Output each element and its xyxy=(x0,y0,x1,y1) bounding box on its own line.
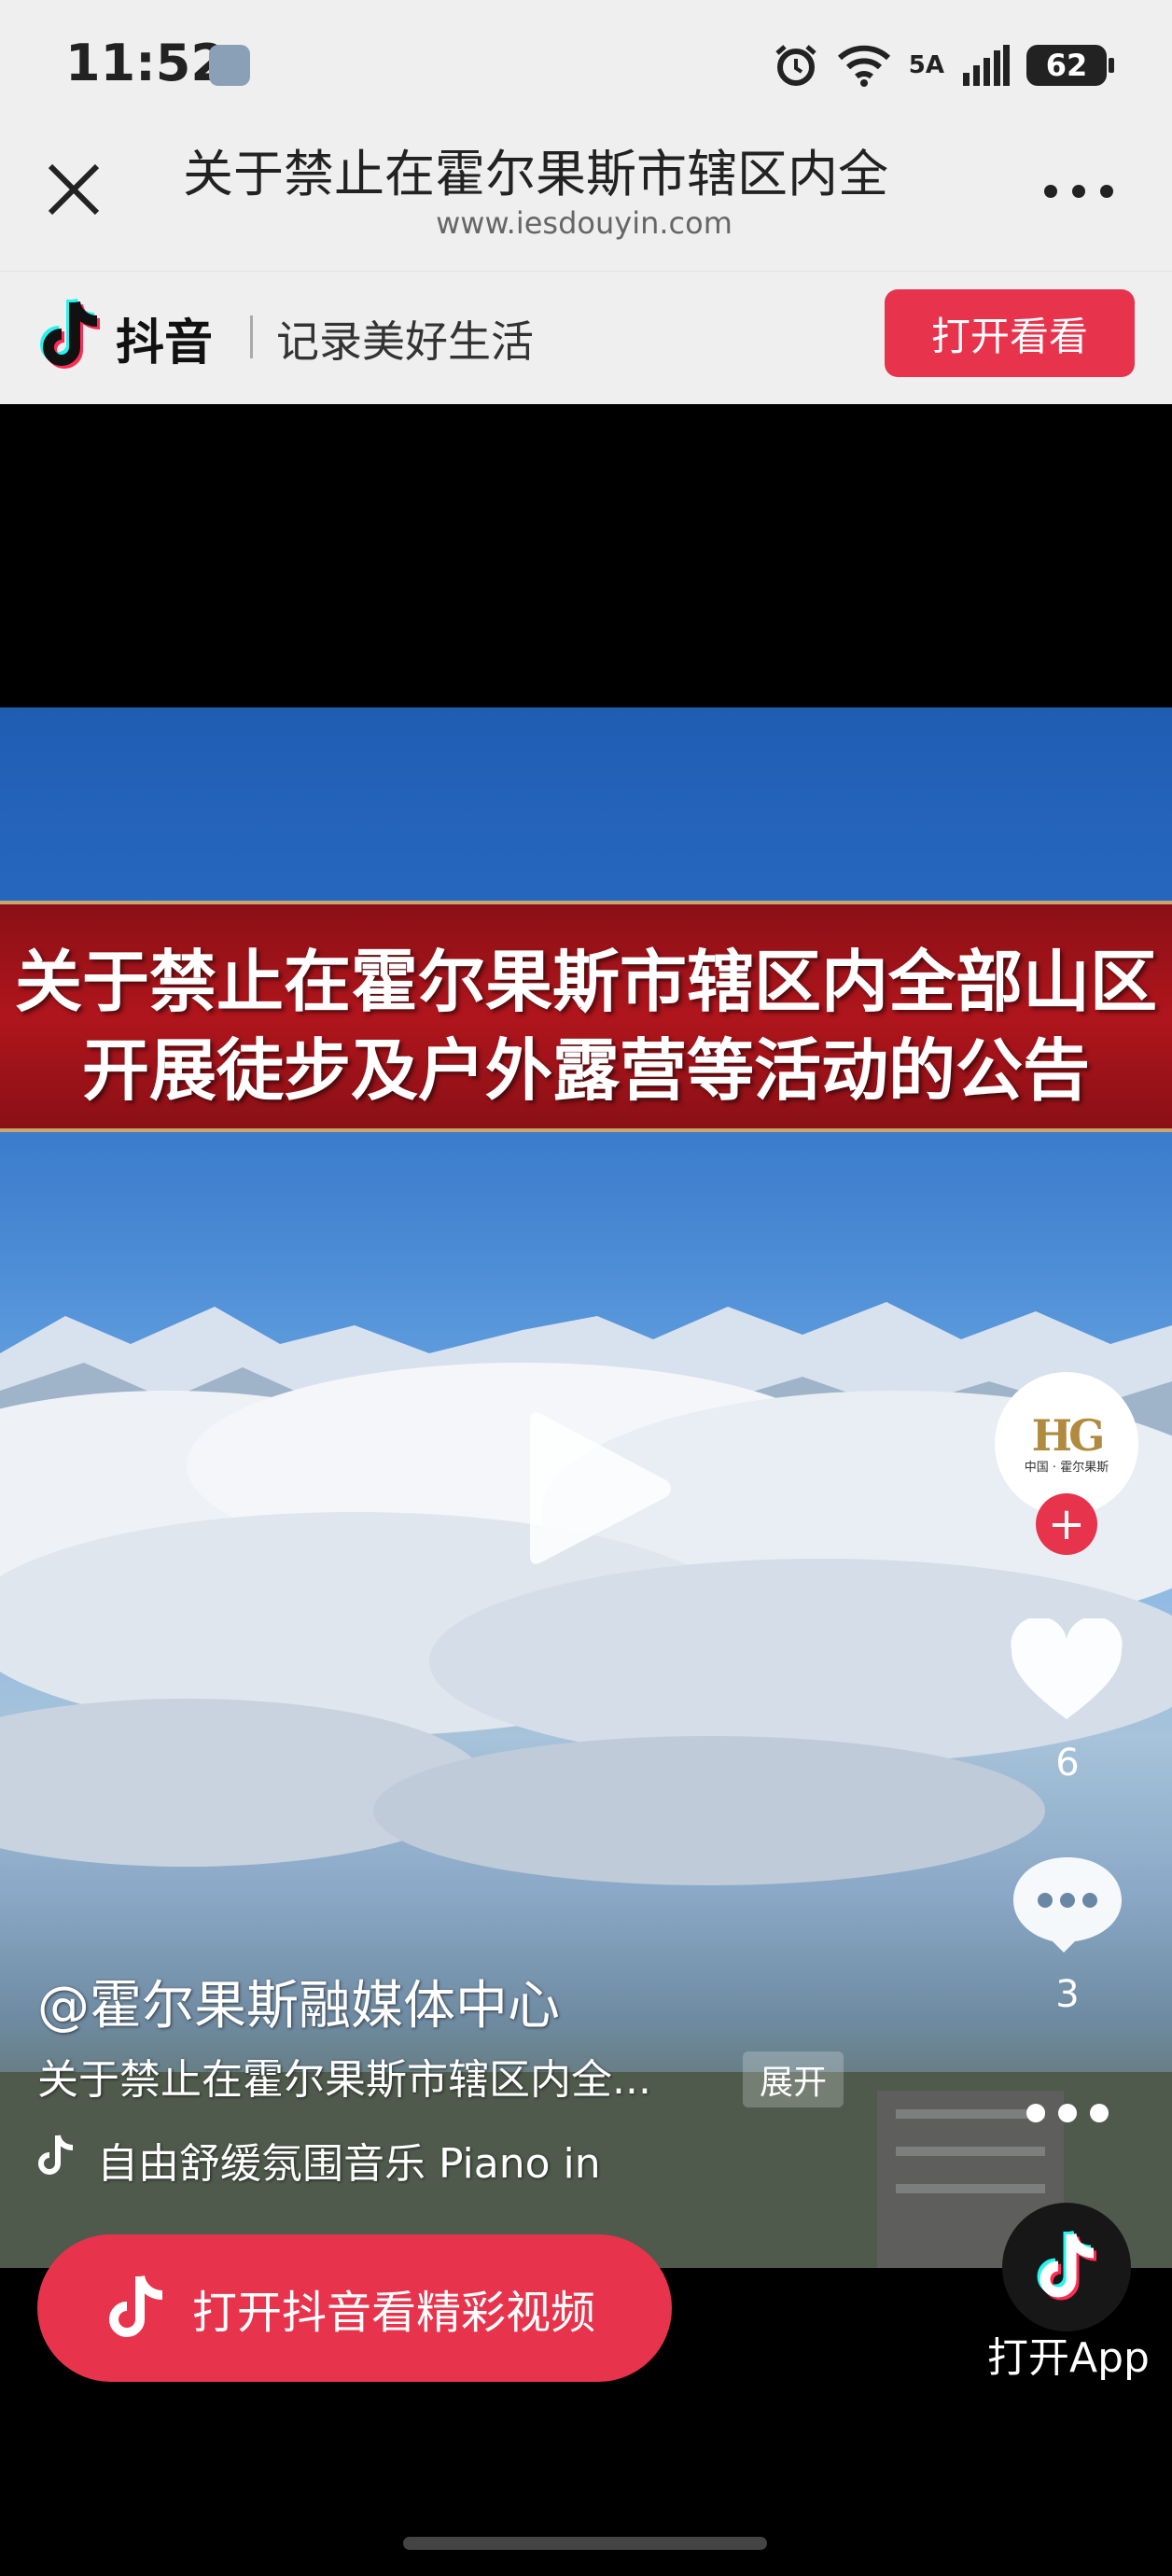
open-douyin-video-button[interactable]: 打开抖音看精彩视频 xyxy=(37,2234,672,2382)
open-app-label[interactable]: 打开App xyxy=(970,2324,1166,2384)
play-icon[interactable] xyxy=(519,1400,677,1577)
more-menu-icon[interactable] xyxy=(1041,177,1116,205)
avatar-logo-mark: HG xyxy=(1031,1409,1106,1461)
music-title[interactable]: 自由舒缓氛围音乐 Piano in xyxy=(97,2130,601,2190)
like-count: 6 xyxy=(1055,1742,1080,1785)
close-icon[interactable] xyxy=(41,157,106,222)
notification-app-icon xyxy=(209,45,250,86)
open-douyin-video-label: 打开抖音看精彩视频 xyxy=(192,2287,596,2339)
banner-title-line1: 关于禁止在霍尔果斯市辖区内全部山区 xyxy=(14,943,1157,1021)
author-name[interactable]: @霍尔果斯融媒体中心 xyxy=(37,1964,560,2039)
douyin-slogan: 记录美好生活 xyxy=(276,316,534,367)
douyin-brand: 抖音 xyxy=(116,315,214,371)
follow-button[interactable]: + xyxy=(1036,1493,1097,1555)
divider xyxy=(250,315,253,358)
video-caption: 关于禁止在霍尔果斯市辖区内全... xyxy=(37,2056,651,2104)
home-indicator[interactable] xyxy=(403,2537,767,2550)
alarm-icon xyxy=(775,45,816,86)
douyin-note-icon xyxy=(109,2275,163,2337)
music-note-icon xyxy=(38,2135,74,2175)
wifi-icon xyxy=(837,45,890,87)
expand-caption-button[interactable]: 展开 xyxy=(743,2051,844,2107)
battery-icon: 62 xyxy=(1026,45,1114,86)
comment-icon[interactable] xyxy=(1010,1854,1125,1956)
avatar-logo-text: 中国 · 霍尔果斯 xyxy=(1024,1460,1109,1475)
network-label: 5A xyxy=(908,51,944,79)
banner-title-line2: 开展徒步及户外露营等活动的公告 xyxy=(81,1031,1090,1110)
page-url: www.iesdouyin.com xyxy=(436,205,732,241)
more-options-icon[interactable] xyxy=(1023,2102,1112,2124)
status-time: 11:52 xyxy=(65,34,226,92)
cellular-signal-icon xyxy=(963,45,1010,86)
open-app-button[interactable] xyxy=(1002,2203,1131,2331)
douyin-app-icon xyxy=(1037,2230,1097,2301)
comment-count: 3 xyxy=(1055,1973,1080,2016)
page-title: 关于禁止在霍尔果斯市辖区内全 xyxy=(183,145,888,203)
heart-icon[interactable] xyxy=(1008,1618,1125,1723)
open-douyin-button[interactable]: 打开看看 xyxy=(885,289,1135,377)
status-icons: 5A 62 xyxy=(773,37,1114,93)
douyin-logo-icon xyxy=(40,298,101,369)
